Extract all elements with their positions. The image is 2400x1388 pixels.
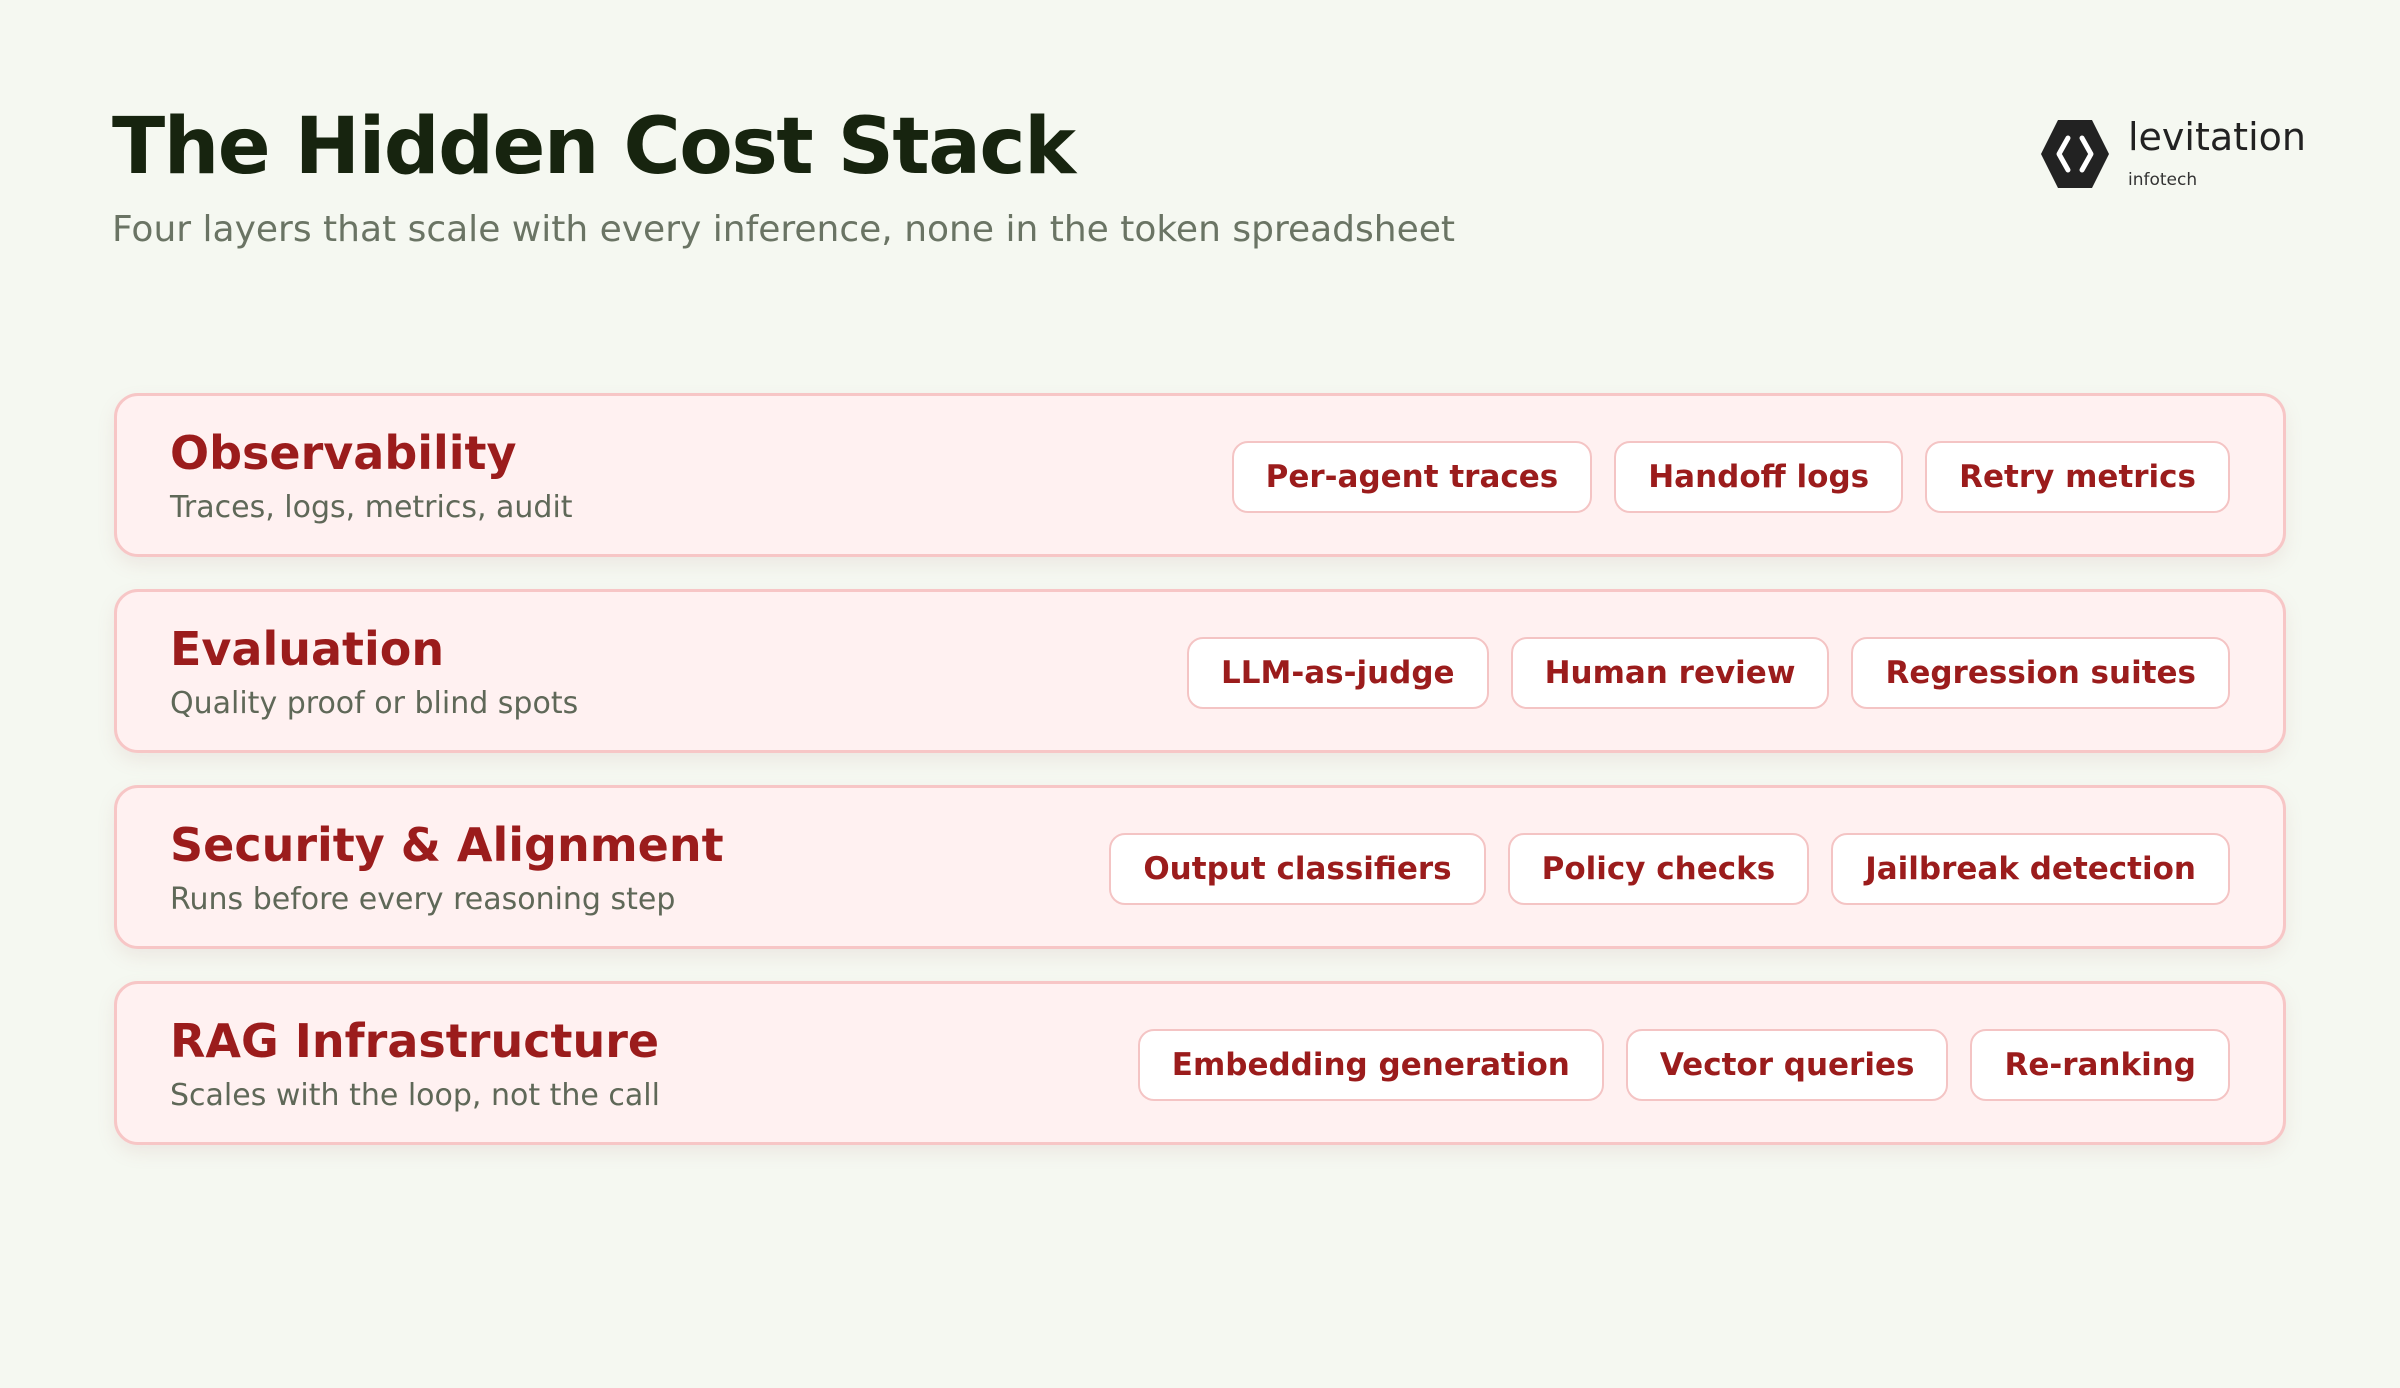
- layer-tags: Embedding generation Vector queries Re-r…: [1137, 1029, 2230, 1101]
- layer-tags: Output classifiers Policy checks Jailbre…: [1109, 833, 2230, 905]
- tag-chip: Jailbreak detection: [1831, 833, 2230, 905]
- page-subtitle: Four layers that scale with every infere…: [112, 209, 1456, 250]
- layer-tags: Per-agent traces Handoff logs Retry metr…: [1231, 441, 2230, 513]
- layer-title: Evaluation: [170, 622, 445, 676]
- layer-description: Scales with the loop, not the call: [170, 1078, 660, 1113]
- layer-description: Traces, logs, metrics, audit: [170, 490, 573, 525]
- tag-chip: Regression suites: [1851, 637, 2230, 709]
- tag-chip: Re-ranking: [1970, 1029, 2230, 1101]
- layer-rag-infrastructure: RAG Infrastructure Scales with the loop,…: [114, 981, 2286, 1145]
- layer-title: Security & Alignment: [170, 818, 724, 872]
- tag-chip: Per-agent traces: [1231, 441, 1593, 513]
- tag-chip: Retry metrics: [1925, 441, 2230, 513]
- brand-subname: infotech: [2128, 170, 2198, 190]
- tag-chip: Embedding generation: [1137, 1029, 1604, 1101]
- page-title: The Hidden Cost Stack: [112, 102, 1076, 192]
- layer-tags: LLM-as-judge Human review Regression sui…: [1187, 637, 2230, 709]
- tag-chip: Output classifiers: [1109, 833, 1486, 905]
- tag-chip: Human review: [1510, 637, 1830, 709]
- tag-chip: LLM-as-judge: [1187, 637, 1489, 709]
- header: The Hidden Cost Stack Four layers that s…: [112, 108, 1455, 251]
- cost-stack: Observability Traces, logs, metrics, aud…: [114, 393, 2286, 1177]
- layer-description: Quality proof or blind spots: [170, 686, 579, 721]
- layer-description: Runs before every reasoning step: [170, 882, 676, 917]
- tag-chip: Policy checks: [1507, 833, 1810, 905]
- layer-title: Observability: [170, 426, 517, 480]
- tag-chip: Vector queries: [1625, 1029, 1949, 1101]
- hexagon-code-icon: [2041, 120, 2109, 188]
- layer-security-alignment: Security & Alignment Runs before every r…: [114, 785, 2286, 949]
- layer-observability: Observability Traces, logs, metrics, aud…: [114, 393, 2286, 557]
- brand-name: levitation: [2128, 115, 2306, 159]
- layer-evaluation: Evaluation Quality proof or blind spots …: [114, 589, 2286, 753]
- layer-title: RAG Infrastructure: [170, 1014, 660, 1068]
- tag-chip: Handoff logs: [1614, 441, 1904, 513]
